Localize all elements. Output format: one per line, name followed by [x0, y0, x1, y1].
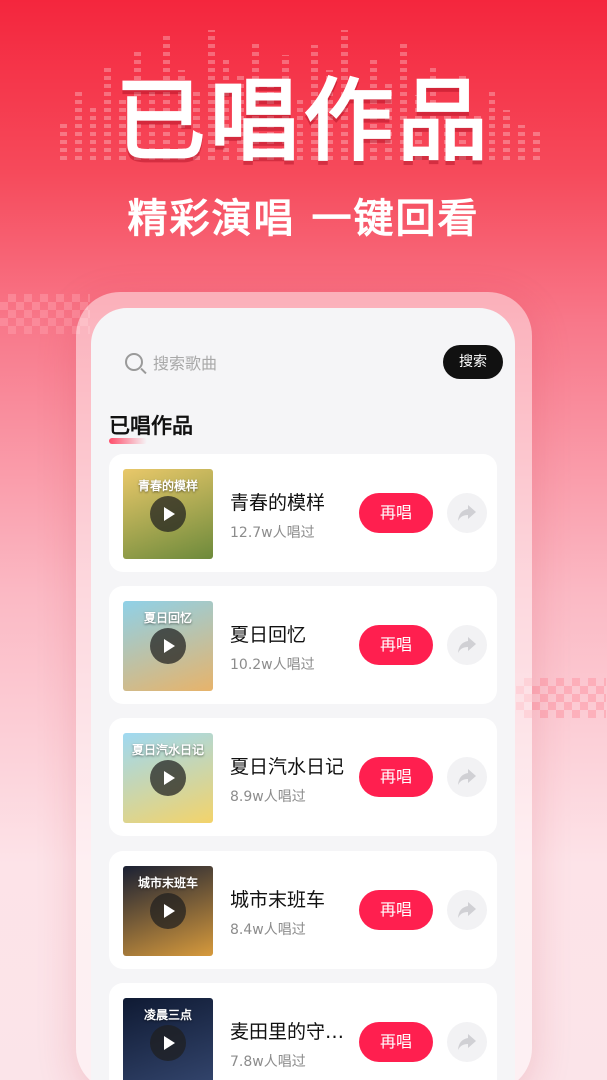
- share-arrow-icon: [458, 1034, 476, 1050]
- sing-again-button[interactable]: 再唱: [359, 890, 433, 930]
- song-name: 青春的模样: [230, 492, 326, 514]
- section-title-text: 已唱作品: [109, 414, 193, 438]
- song-cover[interactable]: 夏日汽水日记: [123, 733, 213, 823]
- song-sing-count: 10.2w人唱过: [230, 657, 315, 673]
- app-screen: 搜索 已唱作品 青春的模样 青春的模样 12.7w人唱过 再唱 夏日回忆 夏日回…: [91, 308, 515, 1080]
- play-icon[interactable]: [150, 760, 186, 796]
- share-arrow-icon: [458, 902, 476, 918]
- song-card[interactable]: 夏日回忆 夏日回忆 10.2w人唱过 再唱: [109, 586, 497, 704]
- song-card[interactable]: 青春的模样 青春的模样 12.7w人唱过 再唱: [109, 454, 497, 572]
- section-title: 已唱作品: [109, 410, 193, 444]
- song-cover[interactable]: 凌晨三点: [123, 998, 213, 1080]
- share-arrow-icon: [458, 769, 476, 785]
- play-icon[interactable]: [150, 1025, 186, 1061]
- play-icon[interactable]: [150, 893, 186, 929]
- play-icon[interactable]: [150, 628, 186, 664]
- cover-caption: 青春的模样: [137, 479, 198, 493]
- cover-caption: 凌晨三点: [143, 1008, 192, 1022]
- share-arrow-icon: [458, 637, 476, 653]
- song-name: 城市末班车: [230, 889, 326, 911]
- search-icon: [125, 353, 143, 371]
- share-button[interactable]: [447, 1022, 487, 1062]
- song-sing-count: 12.7w人唱过: [230, 525, 315, 541]
- cover-caption: 夏日汽水日记: [131, 743, 204, 757]
- title-accent-underline: [109, 438, 147, 444]
- share-button[interactable]: [447, 625, 487, 665]
- search-input[interactable]: [153, 344, 423, 382]
- song-cover[interactable]: 夏日回忆: [123, 601, 213, 691]
- share-button[interactable]: [447, 757, 487, 797]
- sing-again-button[interactable]: 再唱: [359, 625, 433, 665]
- share-button[interactable]: [447, 890, 487, 930]
- song-sing-count: 8.9w人唱过: [230, 789, 306, 805]
- hero-subtitle: 精彩演唱 一键回看: [127, 196, 480, 242]
- hero-title: 已唱作品: [115, 69, 492, 174]
- song-name: 麦田里的守…: [230, 1021, 345, 1043]
- song-cover[interactable]: 城市末班车: [123, 866, 213, 956]
- sing-again-button[interactable]: 再唱: [359, 1022, 433, 1062]
- search-button[interactable]: 搜索: [443, 345, 503, 379]
- song-name: 夏日回忆: [230, 624, 307, 646]
- song-sing-count: 8.4w人唱过: [230, 922, 306, 938]
- cover-caption: 夏日回忆: [143, 611, 192, 625]
- song-card[interactable]: 夏日汽水日记 夏日汽水日记 8.9w人唱过 再唱: [109, 718, 497, 836]
- song-card[interactable]: 城市末班车 城市末班车 8.4w人唱过 再唱: [109, 851, 497, 969]
- search-bar: 搜索: [109, 344, 503, 382]
- song-name: 夏日汽水日记: [230, 756, 345, 778]
- song-sing-count: 7.8w人唱过: [230, 1054, 306, 1070]
- play-icon[interactable]: [150, 496, 186, 532]
- share-arrow-icon: [458, 505, 476, 521]
- share-button[interactable]: [447, 493, 487, 533]
- song-cover[interactable]: 青春的模样: [123, 469, 213, 559]
- cover-caption: 城市末班车: [137, 876, 198, 890]
- sing-again-button[interactable]: 再唱: [359, 493, 433, 533]
- sing-again-button[interactable]: 再唱: [359, 757, 433, 797]
- song-card[interactable]: 凌晨三点 麦田里的守… 7.8w人唱过 再唱: [109, 983, 497, 1080]
